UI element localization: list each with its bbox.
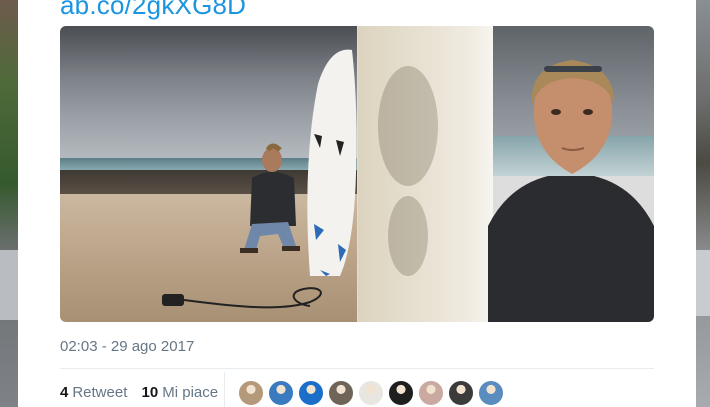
retweet-count[interactable]: 4 Retweet <box>60 384 127 401</box>
wax-stain <box>378 66 438 186</box>
tweet-timestamp[interactable]: 02:03 - 29 ago 2017 <box>60 338 194 355</box>
background-page-right <box>696 0 710 407</box>
stats-separator <box>224 372 225 407</box>
like-count-number: 10 <box>141 384 159 401</box>
liker-avatar-4[interactable] <box>328 380 354 406</box>
liker-avatar-3[interactable] <box>298 380 324 406</box>
tweet-stats: 4 Retweet 10 Mi piace <box>60 384 228 401</box>
surfboard <box>307 49 357 276</box>
background-stripe <box>696 250 710 316</box>
liker-avatar-5[interactable] <box>358 380 384 406</box>
liker-avatar-8[interactable] <box>448 380 474 406</box>
surfboard-and-face-photo[interactable] <box>358 26 654 322</box>
tweet-media <box>60 26 654 322</box>
like-label: Mi piace <box>162 384 219 401</box>
liker-avatar-1[interactable] <box>238 380 264 406</box>
wax-stain <box>388 196 428 276</box>
tweet-card: ab.co/2gkXG8D 02:03 - 29 ago 2017 4 Retw… <box>18 0 696 407</box>
surfboard-closeup <box>358 26 493 322</box>
background-stripe <box>0 250 18 320</box>
surfer-face <box>488 60 654 322</box>
surfer-figure <box>240 143 300 253</box>
surfer-on-beach-photo[interactable] <box>60 26 357 322</box>
like-count[interactable]: 10 Mi piace <box>142 384 219 401</box>
divider <box>60 368 654 369</box>
liker-avatar-6[interactable] <box>388 380 414 406</box>
surfboard-leash <box>162 287 322 309</box>
retweet-label: Retweet <box>72 384 128 401</box>
retweet-count-number: 4 <box>60 384 69 401</box>
liker-avatar-9[interactable] <box>478 380 504 406</box>
liker-avatar-2[interactable] <box>268 380 294 406</box>
liker-avatar-7[interactable] <box>418 380 444 406</box>
tweet-link[interactable]: ab.co/2gkXG8D <box>60 0 246 21</box>
background-page-left <box>0 0 18 407</box>
